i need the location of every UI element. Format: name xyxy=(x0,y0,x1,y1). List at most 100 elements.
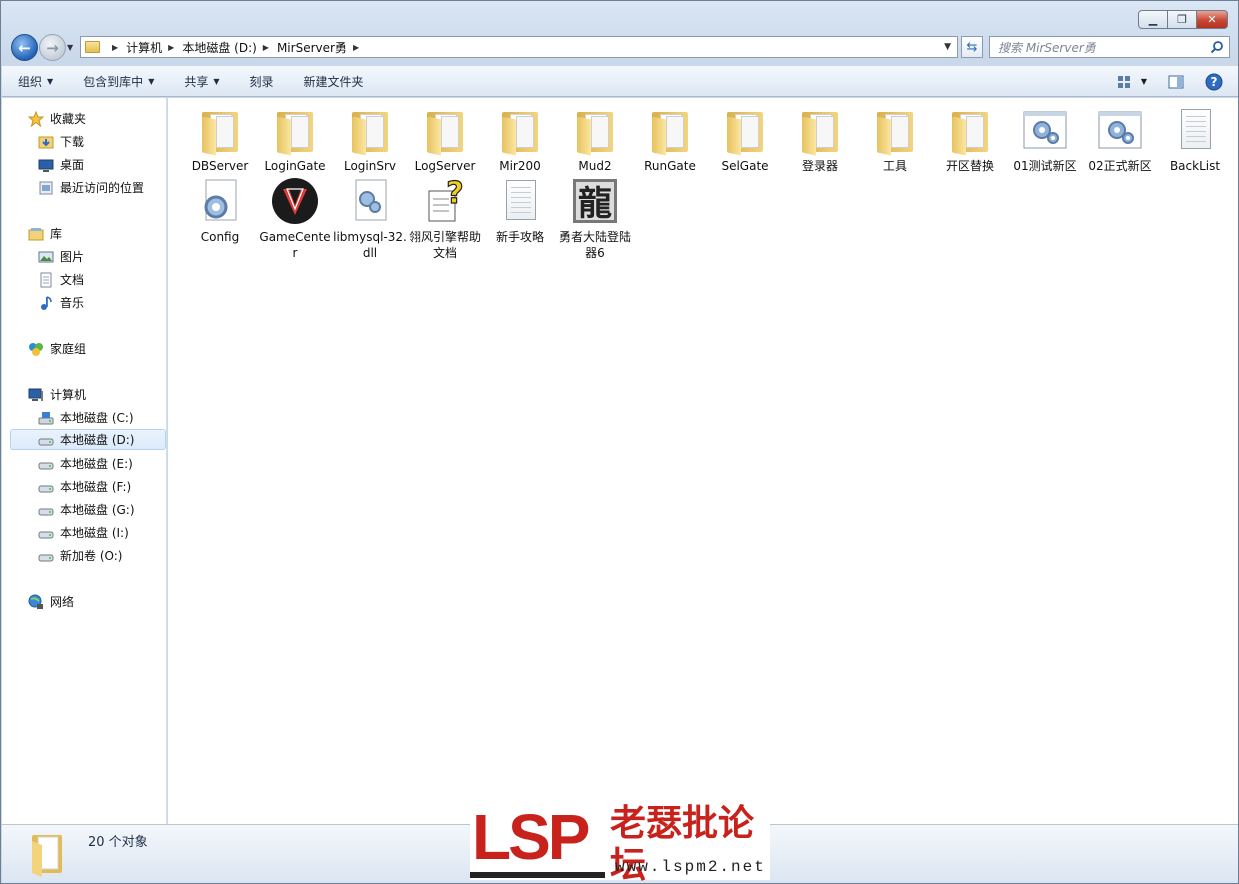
folder-icon xyxy=(646,106,694,156)
minimize-button[interactable]: ▁ xyxy=(1138,10,1168,29)
file-item[interactable]: Config xyxy=(182,177,258,245)
nav-downloads-label: 下载 xyxy=(60,135,85,149)
file-name: GameCenter xyxy=(259,230,331,260)
file-item[interactable]: LogServer xyxy=(407,106,483,174)
forward-button[interactable]: → xyxy=(39,34,66,61)
nav-drive-i-label: 本地磁盘 (I:) xyxy=(60,526,129,540)
nav-music[interactable]: 音乐 xyxy=(2,292,165,313)
file-item[interactable]: BackList xyxy=(1157,106,1233,174)
nav-drive-c-label: 本地磁盘 (C:) xyxy=(60,411,134,425)
organize-label: 组织 xyxy=(18,74,43,89)
address-bar[interactable]: ▶ 计算机 ▶ 本地磁盘 (D:) ▶ MirServer勇 ▶ ▼ xyxy=(80,36,958,58)
file-item[interactable]: 开区替换 xyxy=(932,106,1008,174)
nav-favorites[interactable]: 收藏夹 xyxy=(2,108,165,129)
caption-buttons: ▁ ❐ ✕ xyxy=(1138,10,1228,29)
file-item[interactable]: LoginSrv xyxy=(332,106,408,174)
file-item[interactable]: libmysql-32.dll xyxy=(332,177,408,261)
nav-drive-i[interactable]: 本地磁盘 (I:) xyxy=(2,522,165,543)
file-item[interactable]: RunGate xyxy=(632,106,708,174)
back-button[interactable]: ← xyxy=(11,34,38,61)
file-name: LoginGate xyxy=(264,159,326,173)
file-item[interactable]: Mir200 xyxy=(482,106,558,174)
preview-pane-button[interactable] xyxy=(1162,71,1190,93)
file-name: BackList xyxy=(1169,159,1221,173)
file-item[interactable]: LoginGate xyxy=(257,106,333,174)
chevron-right-icon[interactable]: ▶ xyxy=(353,43,359,52)
file-item[interactable]: 工具 xyxy=(857,106,933,174)
nav-computer[interactable]: 计算机 xyxy=(2,384,165,405)
search-input[interactable]: 搜索 MirServer勇 xyxy=(989,36,1230,58)
launcher-icon: 龍 xyxy=(571,177,619,225)
chevron-right-icon[interactable]: ▶ xyxy=(263,43,269,52)
file-item[interactable]: 登录器 xyxy=(782,106,858,174)
file-name: libmysql-32.dll xyxy=(333,230,407,260)
nav-drive-o[interactable]: 新加卷 (O:) xyxy=(2,545,165,566)
nav-network-label: 网络 xyxy=(50,595,75,609)
nav-recent-places[interactable]: 最近访问的位置 xyxy=(2,177,165,198)
file-name: 02正式新区 xyxy=(1088,159,1152,173)
file-item[interactable]: GameCenter xyxy=(257,177,333,261)
watermark-bar xyxy=(470,872,605,878)
file-item[interactable]: ? 翎风引擎帮助文档 xyxy=(407,175,483,261)
nav-drive-f[interactable]: 本地磁盘 (F:) xyxy=(2,476,165,497)
file-item[interactable]: SelGate xyxy=(707,106,783,174)
view-grid-icon xyxy=(1117,75,1130,88)
burn-label: 刻录 xyxy=(249,74,274,89)
nav-desktop[interactable]: 桌面 xyxy=(2,154,165,175)
organize-menu[interactable]: 组织 ▼ xyxy=(18,73,53,90)
help-button[interactable]: ? xyxy=(1200,71,1228,93)
file-item[interactable]: 新手攻略 xyxy=(482,177,558,245)
nav-drive-f-label: 本地磁盘 (F:) xyxy=(60,480,132,494)
file-item[interactable]: Mud2 xyxy=(557,106,633,174)
file-item[interactable]: 02正式新区 xyxy=(1082,106,1158,174)
close-button[interactable]: ✕ xyxy=(1196,10,1228,29)
svg-text:?: ? xyxy=(446,177,463,211)
address-dropdown[interactable]: ▼ xyxy=(944,42,951,52)
library-icon xyxy=(28,226,44,242)
nav-homegroup[interactable]: 家庭组 xyxy=(2,338,165,359)
recent-pages-dropdown[interactable]: ▼ xyxy=(67,43,73,52)
navigation-pane: 收藏夹 下载 桌面 最近访问的位置 库 图片 文档 音乐 家庭组 计算机 本地磁… xyxy=(2,98,167,824)
breadcrumb-drive-d[interactable]: 本地磁盘 (D:) xyxy=(182,39,256,56)
new-folder-button[interactable]: 新建文件夹 xyxy=(304,73,364,90)
nav-drive-e[interactable]: 本地磁盘 (E:) xyxy=(2,453,165,474)
file-item[interactable]: 龍勇者大陆登陆器6 xyxy=(557,177,633,261)
file-name: LogServer xyxy=(414,159,476,173)
caret-down-icon: ▼ xyxy=(213,76,220,86)
app-icon xyxy=(271,177,319,225)
watermark-logo: LSP 老瑟批论坛 www.lspm2.net xyxy=(470,800,770,884)
drive-icon xyxy=(38,502,54,518)
caret-down-icon: ▼ xyxy=(47,76,54,86)
file-item[interactable]: DBServer xyxy=(182,106,258,174)
include-in-library-menu[interactable]: 包含到库中 ▼ xyxy=(83,73,154,90)
explorer-window: ▁ ❐ ✕ ← → ▼ ▶ 计算机 ▶ 本地磁盘 (D:) ▶ MirServe… xyxy=(0,0,1239,884)
refresh-button[interactable]: ⇆ xyxy=(961,36,983,58)
file-item[interactable]: 01测试新区 xyxy=(1007,106,1083,174)
file-name: 翎风引擎帮助文档 xyxy=(408,230,481,260)
nav-documents[interactable]: 文档 xyxy=(2,269,165,290)
nav-homegroup-label: 家庭组 xyxy=(50,342,87,356)
share-menu[interactable]: 共享 ▼ xyxy=(184,73,219,90)
chevron-right-icon[interactable]: ▶ xyxy=(112,43,118,52)
breadcrumb-mirserver[interactable]: MirServer勇 xyxy=(277,39,347,56)
file-name: Mud2 xyxy=(578,159,612,173)
nav-network[interactable]: 网络 xyxy=(2,591,165,612)
nav-drive-c[interactable]: 本地磁盘 (C:) xyxy=(2,407,165,428)
drive-icon xyxy=(38,548,54,564)
nav-pictures[interactable]: 图片 xyxy=(2,246,165,267)
file-name: 新手攻略 xyxy=(495,230,544,244)
file-name: DBServer xyxy=(191,159,249,173)
breadcrumb-computer[interactable]: 计算机 xyxy=(126,39,162,56)
svg-text:龍: 龍 xyxy=(578,184,612,224)
dll-file-icon xyxy=(346,177,394,225)
view-options-button[interactable]: ▼ xyxy=(1112,71,1152,93)
nav-drive-g[interactable]: 本地磁盘 (G:) xyxy=(2,499,165,520)
downloads-folder-icon xyxy=(38,134,54,150)
chevron-right-icon[interactable]: ▶ xyxy=(168,43,174,52)
nav-libraries[interactable]: 库 xyxy=(2,223,165,244)
network-icon xyxy=(28,594,44,610)
nav-drive-d[interactable]: 本地磁盘 (D:) xyxy=(10,429,166,450)
nav-downloads[interactable]: 下载 xyxy=(2,131,165,152)
burn-button[interactable]: 刻录 xyxy=(250,73,274,90)
maximize-button[interactable]: ❐ xyxy=(1167,10,1197,29)
